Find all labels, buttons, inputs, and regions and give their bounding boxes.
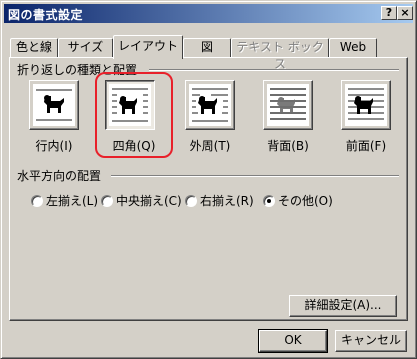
cancel-button[interactable]: キャンセル — [335, 330, 407, 352]
tab-colors-lines[interactable]: 色と線 — [10, 38, 58, 57]
tab-layout[interactable]: レイアウト — [113, 35, 183, 59]
tab-picture[interactable]: 図 — [183, 38, 231, 57]
inline-wrap-icon — [33, 84, 75, 126]
wrap-option-behind[interactable] — [263, 80, 313, 130]
radio-label: 右揃え(R) — [200, 194, 254, 208]
behind-text-icon — [267, 84, 309, 126]
ok-button[interactable]: OK — [258, 329, 328, 353]
help-button[interactable]: ? — [381, 6, 397, 20]
radio-label: その他(O) — [278, 194, 333, 208]
radio-button[interactable] — [185, 195, 197, 207]
title-bar[interactable]: 図の書式設定 ? × — [4, 4, 413, 23]
wrap-option-square-label: 四角(Q) — [112, 139, 156, 153]
radio-button[interactable] — [263, 195, 275, 207]
close-button[interactable]: × — [397, 6, 413, 20]
wrap-group-divider — [149, 69, 399, 71]
horizontal-group-divider — [111, 175, 399, 177]
advanced-settings-button[interactable]: 詳細設定(A)... — [289, 295, 397, 317]
format-picture-dialog: 図の書式設定 ? × 色と線 サイズ レイアウト 図 テキスト ボックス Web… — [0, 0, 417, 359]
radio-button[interactable] — [101, 195, 113, 207]
wrap-option-inline-label: 行内(I) — [35, 139, 73, 153]
radio-checked-dot — [267, 199, 271, 203]
wrap-option-square[interactable] — [105, 80, 155, 130]
tab-size[interactable]: サイズ — [58, 38, 113, 57]
radio-label: 左揃え(L) — [46, 194, 99, 208]
window-title: 図の書式設定 — [8, 8, 84, 22]
tab-text-box: テキスト ボックス — [231, 38, 329, 71]
wrap-option-tight[interactable] — [185, 80, 235, 130]
wrap-option-front-label: 前面(F) — [345, 139, 387, 153]
radio-button[interactable] — [31, 195, 43, 207]
tab-web[interactable]: Web — [329, 38, 377, 57]
wrap-option-front[interactable] — [341, 80, 391, 130]
horizontal-group-label: 水平方向の配置 — [17, 169, 102, 183]
radio-label: 中央揃え(C) — [116, 194, 182, 208]
wrap-option-tight-label: 外周(T) — [189, 139, 231, 153]
tight-wrap-icon — [189, 84, 231, 126]
in-front-of-text-icon — [345, 84, 387, 126]
wrap-option-behind-label: 背面(B) — [267, 139, 309, 153]
wrap-option-inline[interactable] — [29, 80, 79, 130]
square-wrap-icon — [109, 84, 151, 126]
